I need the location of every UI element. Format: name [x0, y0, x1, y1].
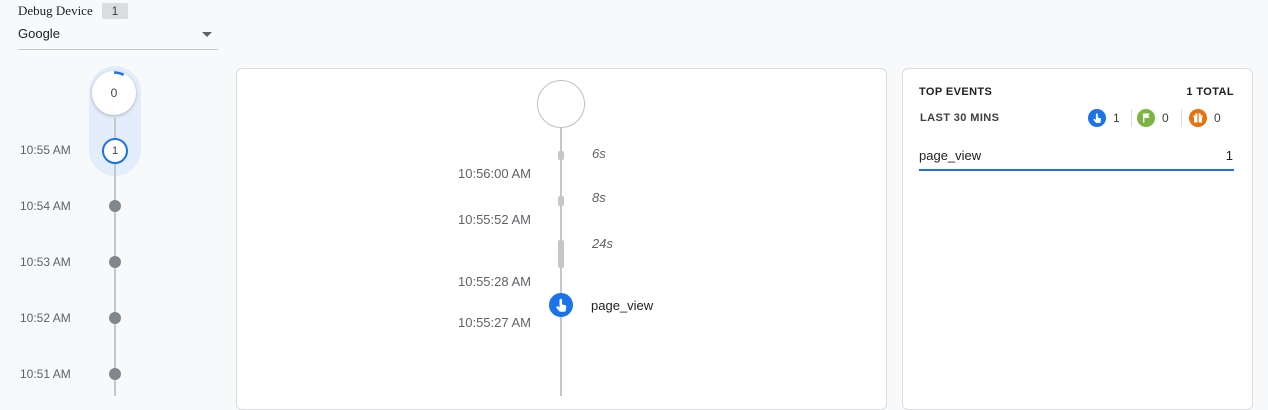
- error-event-count: 0: [1214, 111, 1221, 125]
- touch-event-count: 1: [1113, 111, 1120, 125]
- duration-label: 8s: [592, 190, 606, 205]
- top-events-title: TOP EVENTS: [919, 86, 993, 98]
- top-event-row[interactable]: page_view 1: [919, 145, 1234, 171]
- type-divider: [1131, 109, 1132, 127]
- flag-icon: [1137, 109, 1155, 127]
- duration-label: 6s: [592, 146, 606, 161]
- dropdown-caret-icon: [202, 32, 212, 37]
- duration-segment: [558, 196, 564, 206]
- gift-icon: [1189, 109, 1207, 127]
- duration-segment: [558, 151, 564, 160]
- current-minute-count: 0: [110, 86, 118, 100]
- touch-icon: [1088, 109, 1106, 127]
- minute-time-label: 10:51 AM: [20, 367, 71, 381]
- top-events-total: 1 TOTAL: [1186, 86, 1234, 98]
- minute-dot[interactable]: [109, 256, 121, 268]
- debug-device-count-badge: 1: [102, 3, 128, 19]
- minute-time-label: 10:53 AM: [20, 255, 71, 269]
- duration-label: 24s: [592, 236, 613, 251]
- top-events-range: LAST 30 MINS: [920, 112, 1000, 124]
- timestamp-label: 10:56:00 AM: [458, 166, 531, 181]
- minute-time-label: 10:54 AM: [20, 199, 71, 213]
- top-event-count: 1: [1225, 148, 1233, 163]
- current-minute-counter[interactable]: 0: [92, 71, 136, 115]
- debug-device-label: Debug Device: [18, 3, 93, 18]
- timestamp-label: 10:55:28 AM: [458, 274, 531, 289]
- minute-dot[interactable]: [109, 200, 121, 212]
- touch-icon: [556, 298, 567, 312]
- debug-device-select[interactable]: Google: [18, 23, 218, 50]
- timeline-event-name[interactable]: page_view: [591, 298, 653, 313]
- debug-device-selected-value: Google: [18, 26, 60, 41]
- timestamp-label: 10:55:27 AM: [458, 315, 531, 330]
- minute-time-label: 10:52 AM: [20, 311, 71, 325]
- page-view-event-icon[interactable]: [549, 293, 573, 317]
- conversion-event-count: 0: [1162, 111, 1169, 125]
- minute-dot[interactable]: [109, 312, 121, 324]
- timestamp-label: 10:55:52 AM: [458, 212, 531, 227]
- minute-dot[interactable]: [109, 368, 121, 380]
- top-event-name: page_view: [919, 148, 982, 163]
- minute-time-label: 10:55 AM: [20, 143, 71, 157]
- duration-segment: [558, 240, 564, 268]
- minute-event-count[interactable]: 1: [102, 138, 128, 164]
- seconds-stream-top-circle: [537, 80, 585, 128]
- type-divider: [1181, 109, 1182, 127]
